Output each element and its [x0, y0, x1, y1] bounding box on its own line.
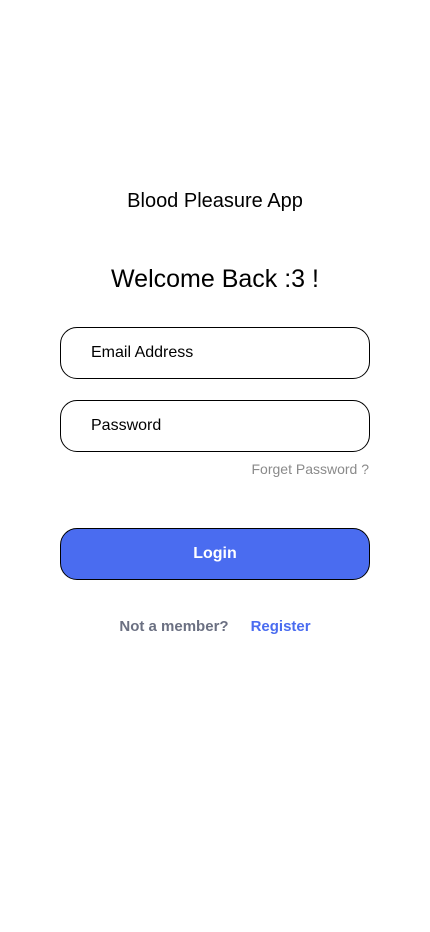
forgot-password-link[interactable]: Forget Password ? — [252, 461, 370, 478]
password-field[interactable] — [60, 400, 370, 452]
email-input[interactable] — [91, 344, 369, 362]
password-input[interactable] — [91, 417, 369, 435]
email-field[interactable] — [60, 327, 370, 379]
app-title: Blood Pleasure App — [127, 190, 303, 212]
not-member-label: Not a member? — [119, 618, 229, 635]
welcome-heading: Welcome Back :3 ! — [111, 265, 319, 293]
register-link[interactable]: Register — [251, 618, 311, 636]
login-button[interactable]: Login — [60, 528, 370, 580]
register-row: Not a member? Register — [0, 618, 430, 636]
